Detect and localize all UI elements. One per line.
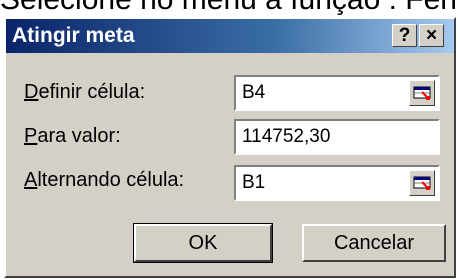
to-value-value[interactable]: 114752,30 (242, 126, 330, 147)
title-bar[interactable]: Atingir meta ? × (6, 19, 454, 53)
by-changing-cell-value[interactable]: B1 (242, 172, 265, 193)
to-value-field[interactable]: 114752,30 (234, 119, 440, 155)
by-changing-cell-accel: A (24, 169, 38, 191)
by-changing-cell-label-text: lternando célula: (37, 169, 185, 191)
set-cell-accel: D (24, 81, 39, 103)
by-changing-cell-collapse-dialog-icon[interactable] (409, 170, 435, 196)
background-instruction-text: Selecione no menu a função : Ferr (0, 0, 458, 17)
to-value-accel: P (24, 125, 38, 147)
close-button[interactable]: × (419, 24, 444, 47)
help-button[interactable]: ? (392, 24, 417, 47)
ok-button[interactable]: OK (133, 223, 273, 263)
set-cell-field[interactable]: B4 (234, 75, 440, 111)
to-value-label-text: ara valor: (37, 125, 121, 147)
set-cell-label: Definir célula: (24, 80, 145, 104)
dialog-title: Atingir meta (12, 24, 135, 47)
set-cell-label-text: efinir célula: (38, 81, 146, 103)
set-cell-collapse-dialog-icon[interactable] (409, 80, 435, 106)
cancel-button[interactable]: Cancelar (302, 224, 446, 262)
by-changing-cell-label: Alternando célula: (24, 168, 184, 192)
goal-seek-dialog: Atingir meta ? × Definir célula: B4 Para… (4, 17, 456, 278)
by-changing-cell-field[interactable]: B1 (234, 165, 440, 201)
set-cell-value[interactable]: B4 (242, 82, 265, 103)
to-value-label: Para valor: (24, 124, 121, 148)
